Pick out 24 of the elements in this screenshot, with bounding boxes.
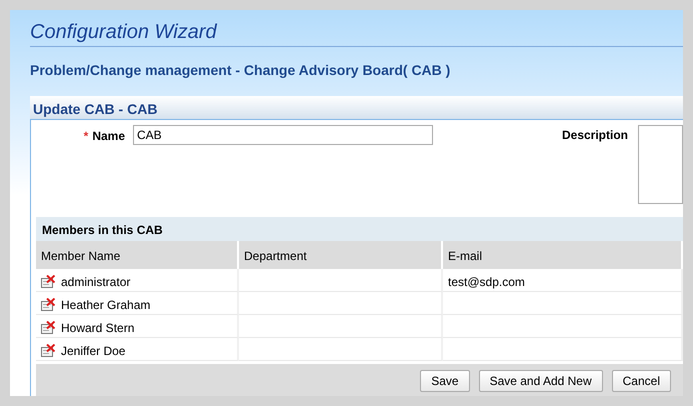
column-header: Member Name xyxy=(36,241,239,269)
delete-icon[interactable] xyxy=(41,298,56,312)
member-name: Heather Graham xyxy=(61,296,150,314)
save-and-add-new-button[interactable]: Save and Add New xyxy=(478,370,603,392)
member-name: Jeniffer Doe xyxy=(61,342,126,360)
required-mark: * xyxy=(84,129,88,143)
page-title: Configuration Wizard xyxy=(30,20,683,47)
save-button[interactable]: Save xyxy=(420,370,470,392)
delete-icon[interactable] xyxy=(41,344,56,358)
delete-icon[interactable] xyxy=(41,320,56,334)
name-label: Name xyxy=(92,129,125,143)
description-label: Description xyxy=(562,127,629,144)
page-subtitle: Problem/Change management - Change Advisory Board( CAB ) xyxy=(30,61,452,80)
name-field[interactable]: CAB xyxy=(133,125,433,145)
email-cell: test@sdp.com xyxy=(443,269,683,292)
column-header: E-mail xyxy=(443,241,683,269)
member-name: Howard Stern xyxy=(61,320,134,336)
delete-icon[interactable] xyxy=(41,274,56,288)
members-header: Members in this CAB xyxy=(36,217,683,241)
cancel-button[interactable]: Cancel xyxy=(612,370,671,392)
form-header: Update CAB - CAB xyxy=(30,96,683,119)
column-header: Department xyxy=(239,241,443,269)
member-name: administrator xyxy=(61,274,130,290)
description-field[interactable] xyxy=(638,125,683,204)
